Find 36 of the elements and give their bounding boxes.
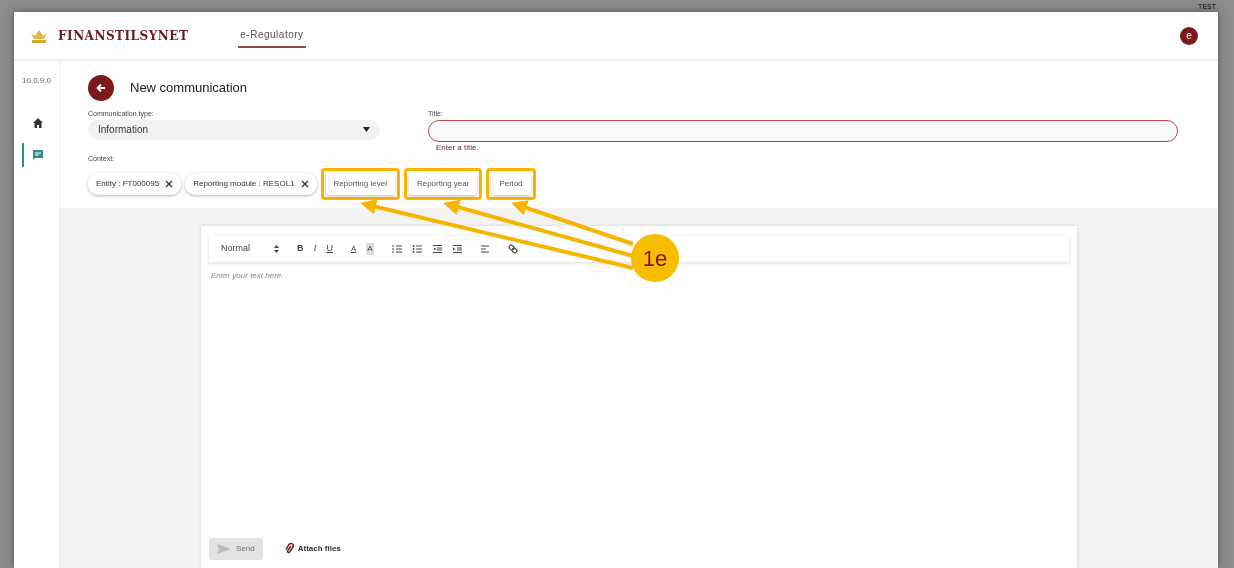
page-title: New communication [130, 79, 248, 98]
attach-files-button[interactable]: Attach files [278, 542, 347, 556]
outdent-icon[interactable] [431, 244, 442, 254]
arrow-left-icon [95, 82, 107, 94]
sort-arrows-icon [274, 245, 279, 253]
caret-icon [363, 127, 370, 132]
close-icon[interactable] [300, 180, 309, 188]
nav-tab[interactable]: e-Regulatory [238, 23, 306, 48]
link-icon[interactable] [507, 244, 518, 254]
align-left-icon[interactable] [479, 244, 490, 254]
back-button[interactable] [88, 75, 114, 101]
context-chip[interactable]: Entity : FT000095 [88, 173, 182, 195]
paperclip-icon [284, 543, 294, 555]
brand-name: FINANSTILSYNET [58, 27, 189, 45]
context-chip[interactable]: Reporting year [408, 173, 478, 195]
format-select[interactable]: Normal [221, 242, 279, 256]
context-chip[interactable]: Period [491, 173, 531, 195]
home-icon [31, 117, 44, 129]
context-chip[interactable]: Reporting module : RESOL1 [185, 173, 317, 195]
highlight-button[interactable]: A [366, 243, 374, 255]
bullet-list-icon[interactable] [411, 244, 422, 254]
italic-button[interactable]: I [313, 242, 317, 256]
chat-icon [31, 149, 44, 161]
title-field[interactable] [428, 119, 1178, 142]
numbered-list-icon[interactable] [391, 244, 402, 254]
send-icon [217, 544, 231, 554]
close-icon[interactable] [165, 180, 174, 188]
bold-button[interactable]: B [297, 242, 304, 256]
underline-button[interactable]: U [326, 242, 333, 256]
text-color-button[interactable]: A [351, 243, 357, 255]
indent-icon[interactable] [451, 244, 462, 254]
error-message: Enter a title. [436, 141, 480, 154]
communication-type-select[interactable]: Information [88, 119, 380, 140]
user-avatar[interactable]: e [1180, 26, 1198, 45]
version-label: 10.0.9.0 [22, 75, 51, 87]
context-chip[interactable]: Reporting level [325, 173, 395, 195]
